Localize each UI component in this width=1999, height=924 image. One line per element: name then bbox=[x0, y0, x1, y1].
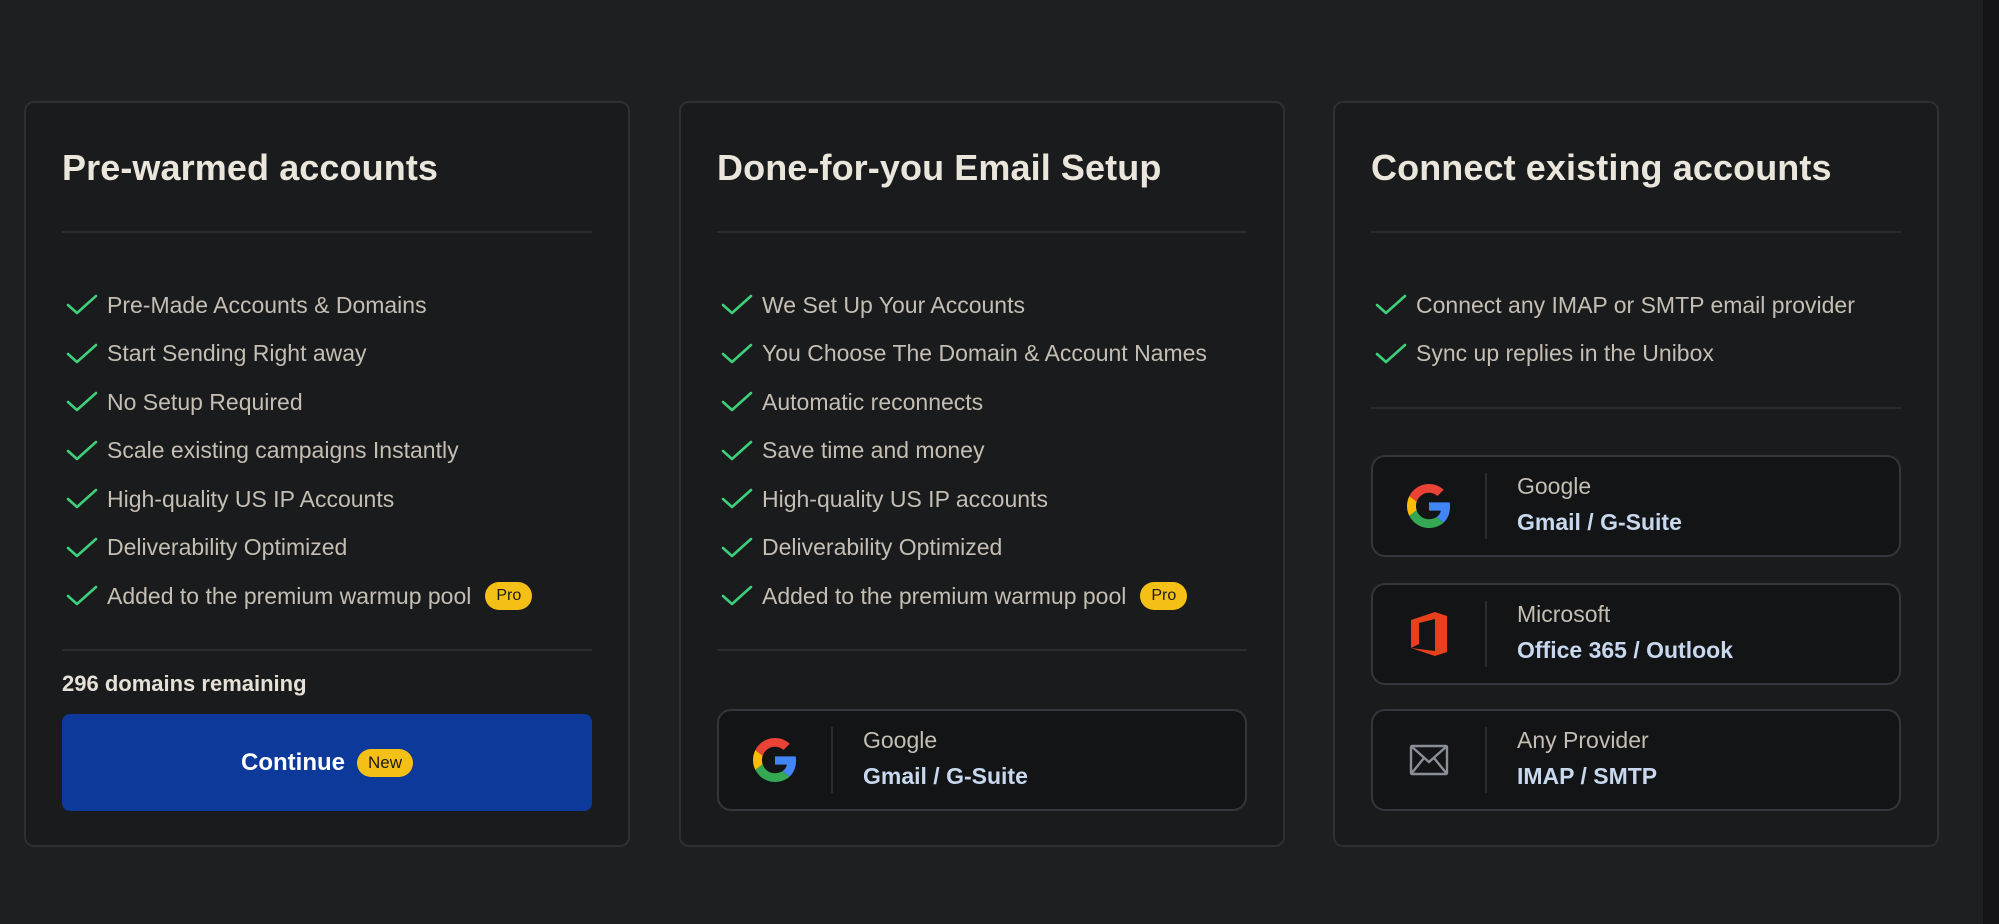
feature-label: Start Sending Right away bbox=[107, 340, 367, 367]
feature-item: Start Sending Right away bbox=[62, 330, 608, 379]
domains-remaining: 296 domains remaining bbox=[62, 671, 307, 696]
feature-label: Automatic reconnects bbox=[762, 388, 984, 415]
check-icon bbox=[1375, 343, 1407, 364]
feature-label: Deliverability Optimized bbox=[107, 534, 348, 561]
check-icon bbox=[66, 488, 98, 509]
feature-list: Connect any IMAP or SMTP email provider … bbox=[1371, 281, 1917, 378]
google-icon bbox=[719, 711, 831, 809]
card-pre-warmed-accounts: Pre-warmed accounts Pre-Made Accounts & … bbox=[24, 101, 630, 847]
feature-label: Scale existing campaigns Instantly bbox=[107, 437, 459, 464]
mail-icon bbox=[1373, 711, 1485, 809]
card-done-for-you-setup: Done-for-you Email Setup We Set Up Your … bbox=[679, 101, 1285, 847]
pro-badge: Pro bbox=[1140, 582, 1188, 611]
feature-item: Added to the premium warmup pool Pro bbox=[62, 572, 608, 621]
check-icon bbox=[721, 440, 753, 461]
feature-label: Pre-Made Accounts & Domains bbox=[107, 291, 427, 318]
check-icon bbox=[721, 391, 753, 412]
check-icon bbox=[1375, 294, 1407, 315]
divider bbox=[831, 727, 833, 793]
check-icon bbox=[721, 585, 753, 606]
check-icon bbox=[66, 391, 98, 412]
provider-google-button[interactable]: Google Gmail / G-Suite bbox=[1371, 455, 1901, 557]
provider-imap-button[interactable]: Any Provider IMAP / SMTP bbox=[1371, 709, 1901, 811]
feature-label: We Set Up Your Accounts bbox=[762, 291, 1025, 318]
new-badge: New bbox=[356, 748, 413, 777]
card-title: Pre-warmed accounts bbox=[62, 147, 439, 188]
feature-item: Automatic reconnects bbox=[717, 378, 1263, 427]
provider-microsoft-button[interactable]: Microsoft Office 365 / Outlook bbox=[1371, 583, 1901, 685]
check-icon bbox=[721, 343, 753, 364]
provider-subtitle: Office 365 / Outlook bbox=[1517, 637, 1733, 663]
check-icon bbox=[66, 537, 98, 558]
feature-item: No Setup Required bbox=[62, 378, 608, 427]
divider bbox=[1371, 231, 1901, 233]
feature-label: Connect any IMAP or SMTP email provider bbox=[1416, 291, 1855, 318]
card-title: Connect existing accounts bbox=[1371, 147, 1832, 188]
feature-item: Pre-Made Accounts & Domains bbox=[62, 281, 608, 330]
provider-subtitle: Gmail / G-Suite bbox=[863, 763, 1028, 789]
feature-item: Save time and money bbox=[717, 427, 1263, 476]
google-icon bbox=[1373, 457, 1485, 555]
divider bbox=[62, 649, 592, 651]
divider bbox=[717, 231, 1247, 233]
feature-item: You Choose The Domain & Account Names bbox=[717, 330, 1263, 379]
feature-list: We Set Up Your Accounts You Choose The D… bbox=[717, 281, 1263, 621]
feature-item: Deliverability Optimized bbox=[717, 524, 1263, 573]
provider-name: Google bbox=[1517, 473, 1592, 499]
feature-label: You Choose The Domain & Account Names bbox=[762, 340, 1207, 367]
continue-label: Continue bbox=[241, 748, 345, 776]
feature-label: Sync up replies in the Unibox bbox=[1416, 340, 1714, 367]
feature-label: High-quality US IP accounts bbox=[762, 485, 1048, 512]
divider bbox=[1485, 601, 1487, 667]
check-icon bbox=[66, 343, 98, 364]
feature-item: Added to the premium warmup pool Pro bbox=[717, 572, 1263, 621]
divider bbox=[717, 649, 1247, 651]
divider bbox=[1371, 407, 1901, 409]
check-icon bbox=[721, 537, 753, 558]
divider bbox=[1485, 473, 1487, 539]
provider-name: Microsoft bbox=[1517, 601, 1611, 627]
feature-item: Connect any IMAP or SMTP email provider bbox=[1371, 281, 1917, 330]
pro-badge: Pro bbox=[485, 582, 533, 611]
feature-item: We Set Up Your Accounts bbox=[717, 281, 1263, 330]
feature-label: Added to the premium warmup pool bbox=[107, 582, 472, 609]
feature-list: Pre-Made Accounts & Domains Start Sendin… bbox=[62, 281, 608, 621]
divider bbox=[62, 231, 592, 233]
check-icon bbox=[721, 294, 753, 315]
card-connect-existing: Connect existing accounts Connect any IM… bbox=[1333, 101, 1939, 847]
provider-name: Any Provider bbox=[1517, 727, 1649, 753]
feature-item: High-quality US IP Accounts bbox=[62, 475, 608, 524]
feature-label: Added to the premium warmup pool bbox=[762, 582, 1127, 609]
check-icon bbox=[66, 585, 98, 606]
check-icon bbox=[66, 294, 98, 315]
window-edge bbox=[1983, 0, 1999, 924]
card-title: Done-for-you Email Setup bbox=[717, 147, 1162, 188]
feature-item: Sync up replies in the Unibox bbox=[1371, 330, 1917, 379]
office-icon bbox=[1373, 585, 1485, 683]
feature-label: High-quality US IP Accounts bbox=[107, 485, 395, 512]
feature-item: Deliverability Optimized bbox=[62, 524, 608, 573]
continue-button[interactable]: Continue New bbox=[62, 714, 592, 811]
check-icon bbox=[721, 488, 753, 509]
provider-name: Google bbox=[863, 727, 938, 753]
feature-label: Deliverability Optimized bbox=[762, 534, 1003, 561]
provider-google-button[interactable]: Google Gmail / G-Suite bbox=[717, 709, 1247, 811]
feature-item: High-quality US IP accounts bbox=[717, 475, 1263, 524]
provider-subtitle: Gmail / G-Suite bbox=[1517, 509, 1682, 535]
feature-label: Save time and money bbox=[762, 437, 985, 464]
provider-subtitle: IMAP / SMTP bbox=[1517, 763, 1658, 789]
check-icon bbox=[66, 440, 98, 461]
feature-label: No Setup Required bbox=[107, 388, 303, 415]
feature-item: Scale existing campaigns Instantly bbox=[62, 427, 608, 476]
divider bbox=[1485, 727, 1487, 793]
